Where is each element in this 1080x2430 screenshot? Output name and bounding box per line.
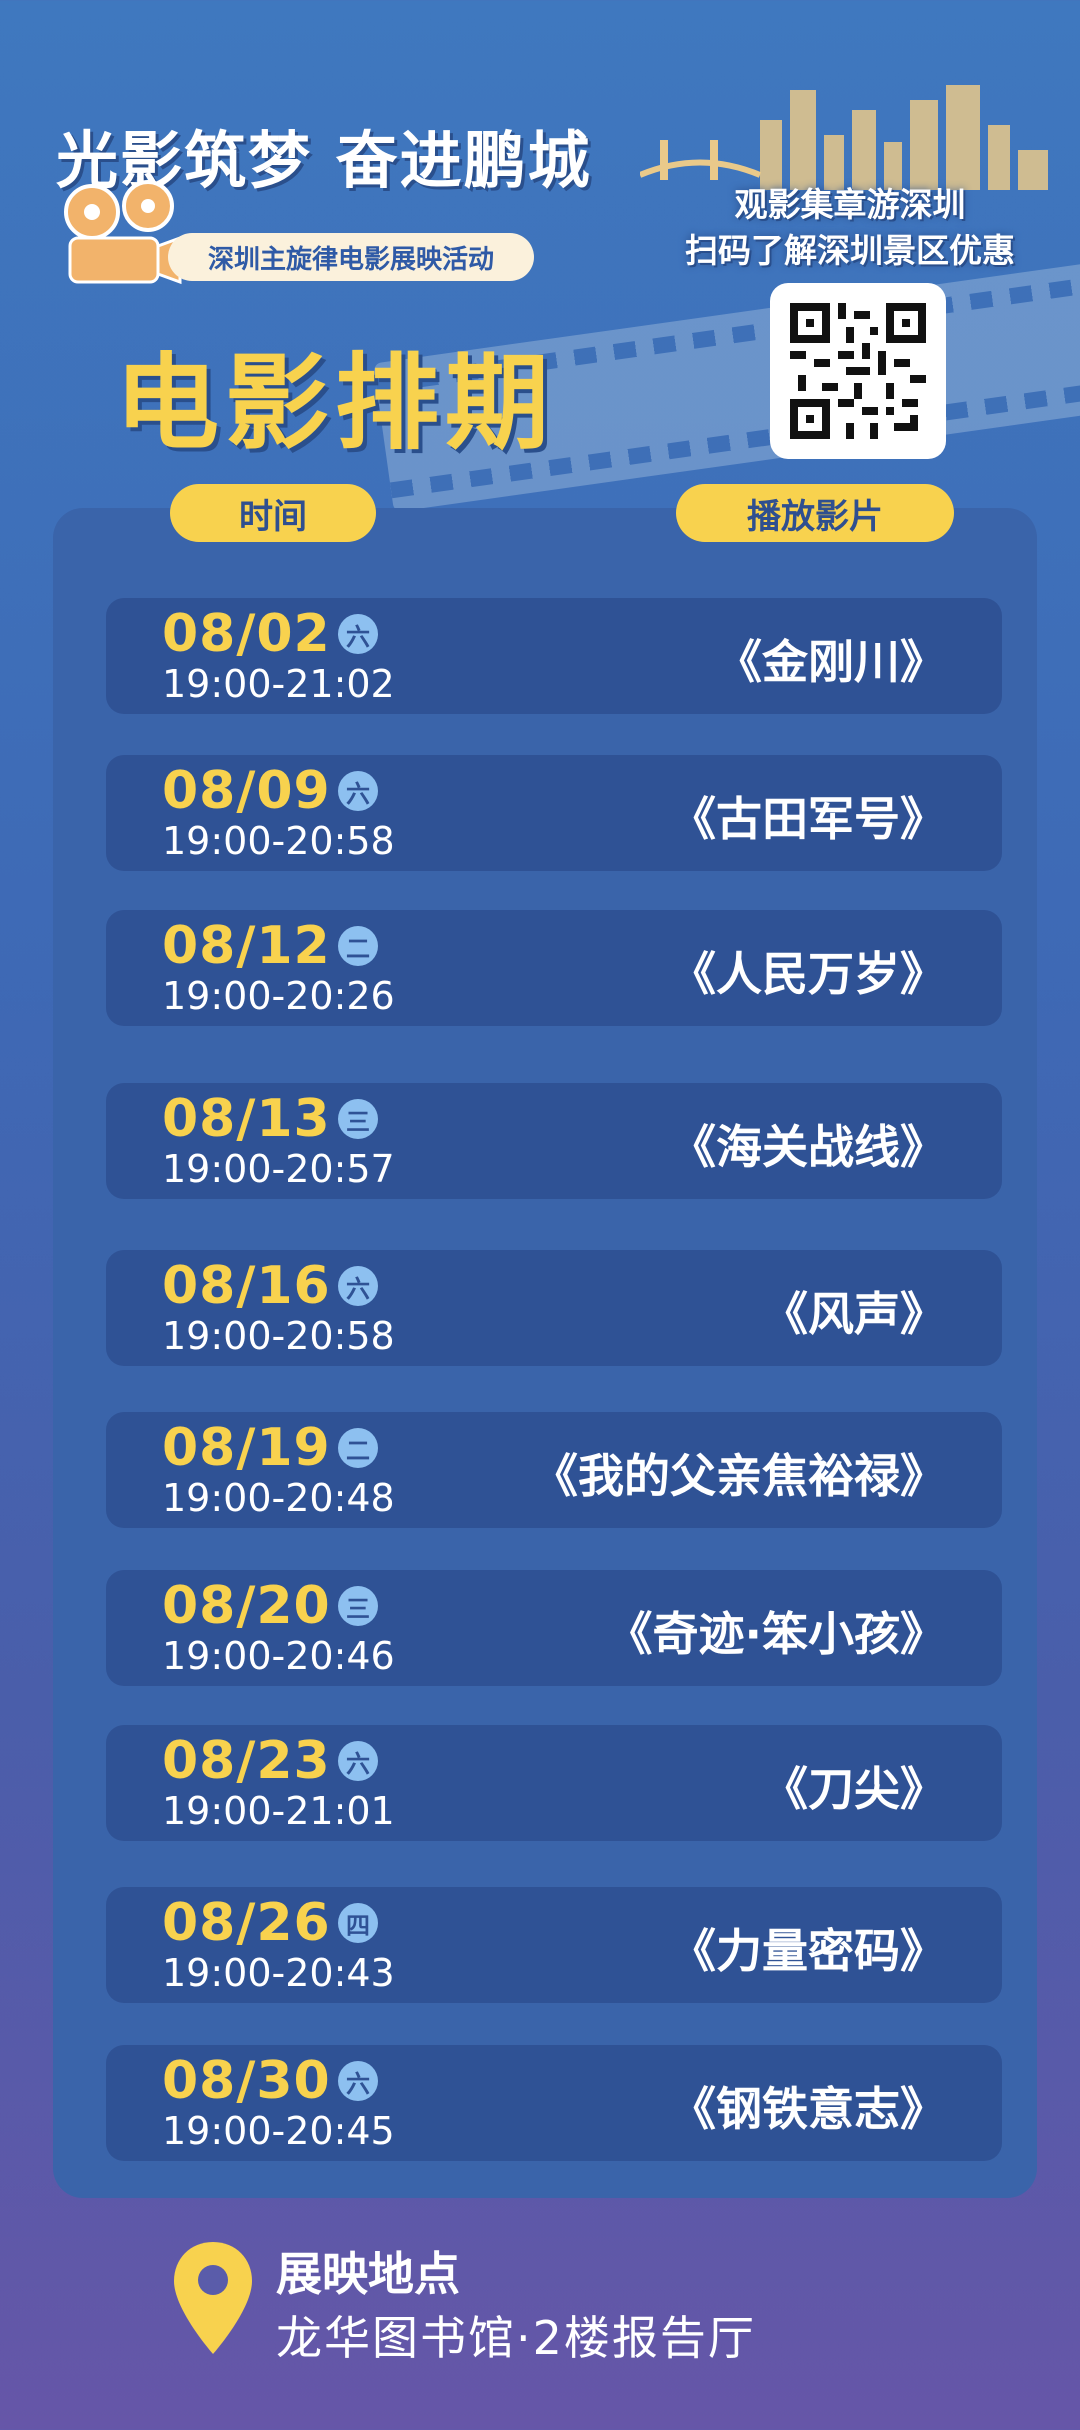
- screening-time: 19:00-20:57: [162, 1147, 395, 1191]
- weekday-badge: 二: [338, 1428, 378, 1468]
- promo-text: 观影集章游深圳 扫码了解深圳景区优惠: [640, 182, 1060, 274]
- screening-time: 19:00-20:45: [162, 2109, 395, 2153]
- event-subtitle: 深圳主旋律电影展映活动: [168, 233, 534, 281]
- weekday-badge: 三: [338, 1586, 378, 1626]
- weekday-badge: 六: [338, 1741, 378, 1781]
- qr-code-icon: [790, 303, 926, 439]
- weekday-badge: 四: [338, 1903, 378, 1943]
- weekday-badge: 三: [338, 1099, 378, 1139]
- location-pin-icon: [174, 2242, 252, 2354]
- schedule-row: 08/23 六 19:00-21:01 《刀尖》: [106, 1725, 1002, 1841]
- city-skyline-icon: [640, 85, 1048, 190]
- screening-date: 08/13: [162, 1089, 331, 1149]
- screening-time: 19:00-21:01: [162, 1789, 395, 1833]
- qr-code[interactable]: [770, 283, 946, 459]
- promo-line-2: 扫码了解深圳景区优惠: [685, 231, 1015, 270]
- film-title: 《金刚川》: [716, 635, 946, 689]
- screening-time: 19:00-20:43: [162, 1951, 395, 1995]
- promo-line-1: 观影集章游深圳: [734, 185, 966, 224]
- film-title: 《古田军号》: [670, 792, 946, 846]
- weekday-badge: 二: [338, 926, 378, 966]
- screening-date: 08/20: [162, 1576, 331, 1636]
- page-title: 电影排期: [115, 342, 556, 464]
- film-title: 《奇迹·笨小孩》: [606, 1607, 946, 1661]
- weekday-badge: 六: [338, 771, 378, 811]
- screening-time: 19:00-20:48: [162, 1476, 395, 1520]
- film-title: 《钢铁意志》: [670, 2082, 946, 2136]
- column-header-film: 播放影片: [676, 484, 954, 542]
- screening-date: 08/09: [162, 761, 331, 821]
- weekday-badge: 六: [338, 1266, 378, 1306]
- screening-date: 08/16: [162, 1256, 331, 1316]
- venue-name: 龙华图书馆·2楼报告厅: [276, 2311, 756, 2365]
- schedule-row: 08/13 三 19:00-20:57 《海关战线》: [106, 1083, 1002, 1199]
- schedule-row: 08/12 二 19:00-20:26 《人民万岁》: [106, 910, 1002, 1026]
- column-header-time: 时间: [170, 484, 376, 542]
- screening-time: 19:00-20:46: [162, 1634, 395, 1678]
- schedule-row: 08/16 六 19:00-20:58 《风声》: [106, 1250, 1002, 1366]
- film-title: 《风声》: [762, 1287, 946, 1341]
- screening-date: 08/19: [162, 1418, 331, 1478]
- screening-time: 19:00-20:58: [162, 1314, 395, 1358]
- screening-date: 08/12: [162, 916, 331, 976]
- screening-time: 19:00-20:58: [162, 819, 395, 863]
- film-camera-icon: [64, 180, 182, 285]
- screening-date: 08/26: [162, 1893, 331, 1953]
- weekday-badge: 六: [338, 614, 378, 654]
- schedule-row: 08/19 二 19:00-20:48 《我的父亲焦裕禄》: [106, 1412, 1002, 1528]
- weekday-badge: 六: [338, 2061, 378, 2101]
- film-title: 《海关战线》: [670, 1120, 946, 1174]
- screening-date: 08/02: [162, 604, 331, 664]
- venue-label: 展映地点: [276, 2247, 460, 2301]
- schedule-row: 08/30 六 19:00-20:45 《钢铁意志》: [106, 2045, 1002, 2161]
- schedule-row: 08/09 六 19:00-20:58 《古田军号》: [106, 755, 1002, 871]
- schedule-row: 08/20 三 19:00-20:46 《奇迹·笨小孩》: [106, 1570, 1002, 1686]
- film-title: 《刀尖》: [762, 1762, 946, 1816]
- screening-time: 19:00-20:26: [162, 974, 395, 1018]
- schedule-row: 08/02 六 19:00-21:02 《金刚川》: [106, 598, 1002, 714]
- screening-time: 19:00-21:02: [162, 662, 395, 706]
- schedule-row: 08/26 四 19:00-20:43 《力量密码》: [106, 1887, 1002, 2003]
- film-title: 《人民万岁》: [670, 947, 946, 1001]
- film-title: 《我的父亲焦裕禄》: [532, 1449, 946, 1503]
- film-title: 《力量密码》: [670, 1924, 946, 1978]
- screening-date: 08/23: [162, 1731, 331, 1791]
- screening-date: 08/30: [162, 2051, 331, 2111]
